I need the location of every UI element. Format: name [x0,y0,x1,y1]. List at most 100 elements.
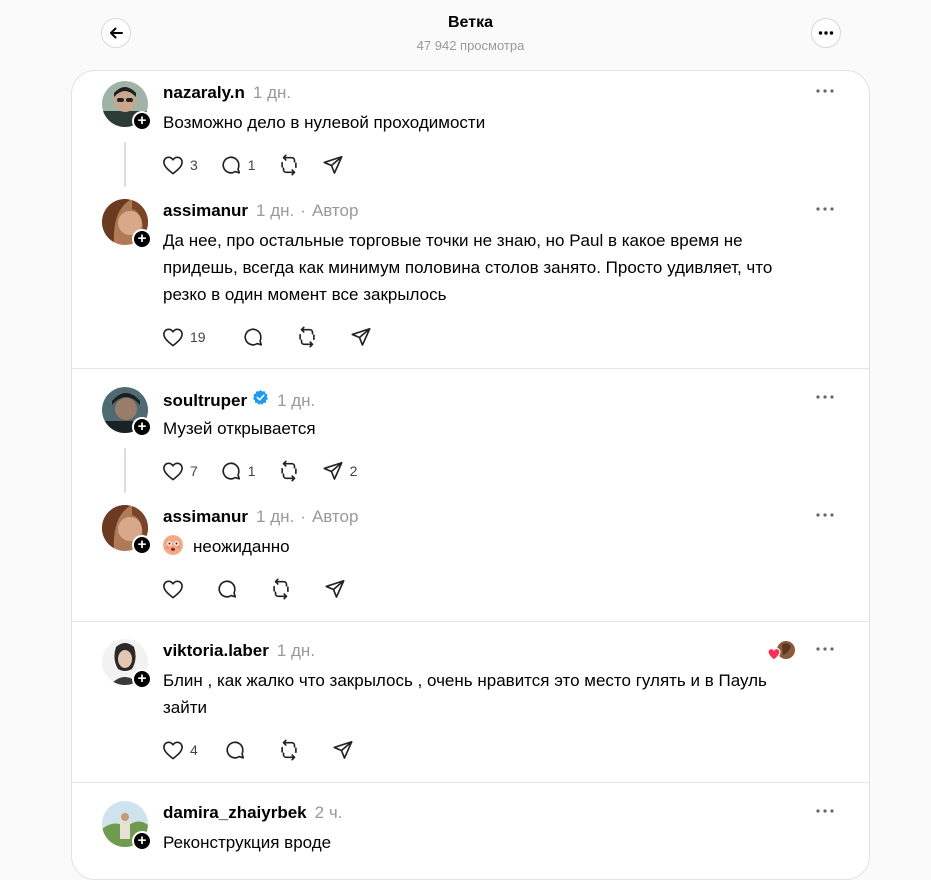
repost-icon [281,739,297,761]
post-text: Блин , как жалко что закрылось , очень н… [163,671,767,717]
post-more-button[interactable] [813,639,837,659]
repost-icon [273,578,289,600]
avatar[interactable]: + [102,801,152,851]
reply-button[interactable]: 1 [220,154,256,176]
top-bar: Ветка 47 942 просмотра [0,0,931,70]
share-button[interactable]: 2 [322,460,358,482]
follow-plus-icon[interactable]: + [132,831,152,851]
more-horizontal-icon [816,513,834,517]
post-text: Возможно дело в нулевой проходимости [163,113,486,132]
post-more-button[interactable] [813,505,837,525]
post-more-button[interactable] [813,199,837,219]
reply-post: + damira_zhaiyrbek 2 ч. Реконструкция вр… [72,801,869,879]
divider [72,621,869,622]
more-horizontal-icon [816,809,834,813]
follow-plus-icon[interactable]: + [132,111,152,131]
like-button[interactable]: 7 [162,461,198,481]
reply-post: + nazaraly.n 1 дн. Возможно дело в нулев… [72,81,869,181]
avatar[interactable]: + [102,639,152,689]
avatar[interactable]: + [102,505,152,555]
like-count: 7 [190,463,198,479]
like-button[interactable] [162,579,184,599]
post-text-row: неожиданно [163,533,813,560]
reply-button[interactable] [242,326,264,348]
post-more-button[interactable] [813,387,837,407]
like-button[interactable]: 19 [162,327,206,347]
repost-button[interactable] [278,460,300,482]
username[interactable]: soultruper [163,391,247,411]
replies-card: + nazaraly.n 1 дн. Возможно дело в нулев… [71,70,870,880]
share-button[interactable] [324,578,346,600]
share-button[interactable] [322,154,344,176]
avatar[interactable]: + [102,199,152,249]
repost-button[interactable] [270,578,292,600]
follow-plus-icon[interactable]: + [132,669,152,689]
post-text: неожиданно [193,537,290,556]
more-horizontal-icon [816,207,834,211]
like-count: 3 [190,157,198,173]
post-time: 1 дн. [276,641,316,660]
liked-by-author-icon [767,641,795,661]
author-tag: Автор [311,201,359,220]
post-text: Музей открывается [163,419,316,438]
avatar[interactable]: + [102,81,152,131]
repost-button[interactable] [278,739,300,761]
divider [72,782,869,783]
username[interactable]: nazaraly.n [163,83,245,103]
avatar[interactable]: + [102,387,152,437]
repost-icon [280,460,297,482]
heart-icon [163,741,183,760]
share-button[interactable] [350,326,372,348]
post-time: 1 дн. [256,507,295,526]
repost-button[interactable] [296,326,318,348]
send-icon [325,579,345,598]
more-horizontal-icon [816,395,834,399]
send-icon [323,155,343,174]
thread-options-button[interactable] [811,18,841,48]
reply-button[interactable]: 1 [220,460,256,482]
post-time: 1 дн. [256,201,295,220]
follow-plus-icon[interactable]: + [132,229,152,249]
username[interactable]: assimanur [163,201,248,221]
repost-icon [280,154,297,176]
follow-plus-icon[interactable]: + [132,535,152,555]
flushed-face-emoji-icon [163,535,183,555]
reply-post: + viktoria.laber 1 дн. Блин , как жалко … [72,639,869,769]
username[interactable]: viktoria.laber [163,641,269,661]
more-horizontal-icon [816,89,834,93]
heart-icon [163,462,183,481]
post-more-button[interactable] [813,81,837,101]
like-count: 4 [190,742,198,758]
like-button[interactable]: 4 [162,740,198,760]
post-text: Реконструкция вроде [163,833,332,852]
reply-button[interactable] [224,739,246,761]
author-tag: Автор [311,507,359,526]
reply-post: + assimanur 1 дн. · Автор неожиданно [72,505,869,605]
more-horizontal-icon [816,647,834,651]
divider [72,368,869,369]
like-button[interactable]: 3 [162,155,198,175]
comment-icon [218,580,237,598]
username[interactable]: damira_zhaiyrbek [163,803,307,823]
follow-plus-icon[interactable]: + [132,417,152,437]
reply-post: + assimanur 1 дн. · Автор Да нее, про ос… [72,199,869,359]
repost-icon [298,326,315,348]
post-more-button[interactable] [813,801,837,821]
heart-icon [163,580,183,599]
heart-icon [163,156,183,175]
verified-badge-icon [253,390,268,405]
comment-icon [222,156,240,174]
view-count: 47 942 просмотра [416,38,525,53]
like-count: 19 [190,329,206,345]
reply-post: + soultruper 1 дн. Музей открывается 7 1 [72,387,869,487]
repost-button[interactable] [278,154,300,176]
share-count: 2 [349,463,358,479]
author-liked-indicator [767,639,797,663]
comment-icon [226,741,244,759]
post-time: 1 дн. [252,83,292,102]
reply-button[interactable] [216,578,238,600]
share-button[interactable] [332,739,354,761]
send-icon [351,327,371,346]
comment-icon [222,462,240,480]
username[interactable]: assimanur [163,507,248,527]
